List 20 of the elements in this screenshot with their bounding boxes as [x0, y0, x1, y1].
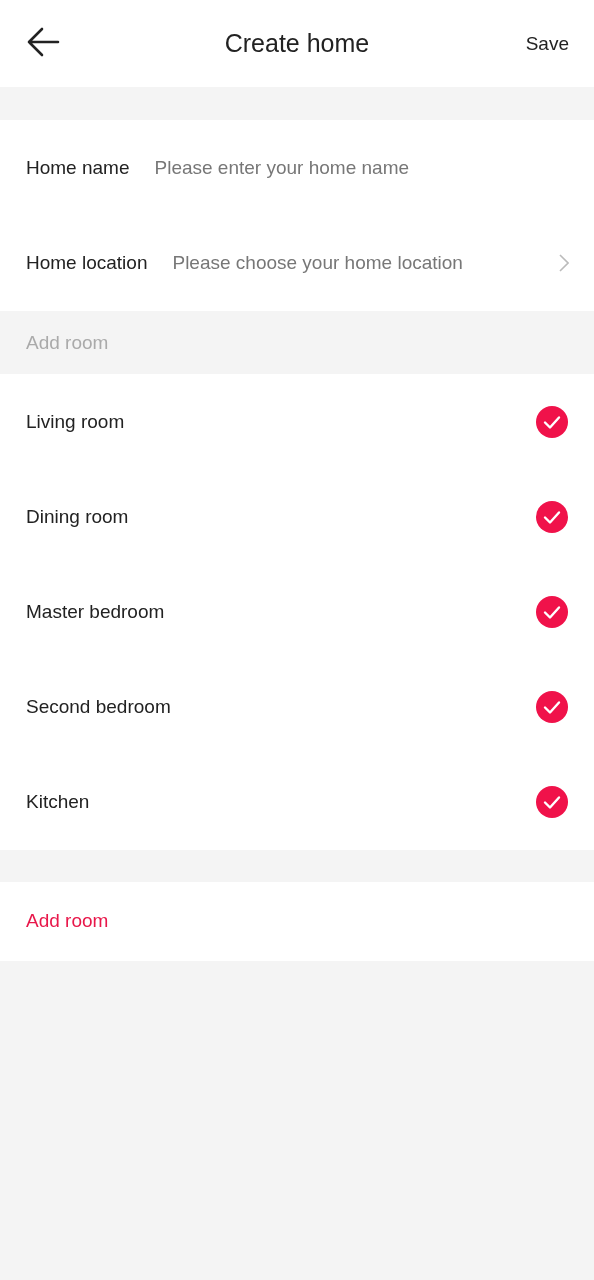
section-header: Add room	[26, 331, 109, 354]
checked-circle-icon[interactable]	[535, 785, 569, 820]
checked-circle-icon[interactable]	[535, 499, 569, 534]
chevron-right-icon	[559, 254, 569, 273]
back-arrow-icon	[26, 26, 60, 57]
save-button[interactable]: Save	[525, 32, 569, 55]
room-name: Living room	[26, 410, 125, 433]
page-title: Create home	[224, 29, 370, 57]
input-field[interactable]: Please enter your home name	[154, 156, 569, 179]
field-label: Home name	[26, 156, 130, 179]
location-picker[interactable]: Please choose your home location	[172, 252, 569, 275]
checked-circle-icon[interactable]	[535, 594, 569, 629]
field-label: Home location	[26, 252, 148, 275]
room-name: Kitchen	[26, 791, 90, 814]
room-name: Second bedroom	[26, 696, 171, 719]
room-name: Dining room	[26, 505, 129, 528]
checked-circle-icon[interactable]	[535, 404, 569, 439]
add-room-link[interactable]: Add room	[26, 910, 109, 933]
room-name: Master bedroom	[26, 600, 165, 623]
checked-circle-icon[interactable]	[535, 690, 569, 725]
